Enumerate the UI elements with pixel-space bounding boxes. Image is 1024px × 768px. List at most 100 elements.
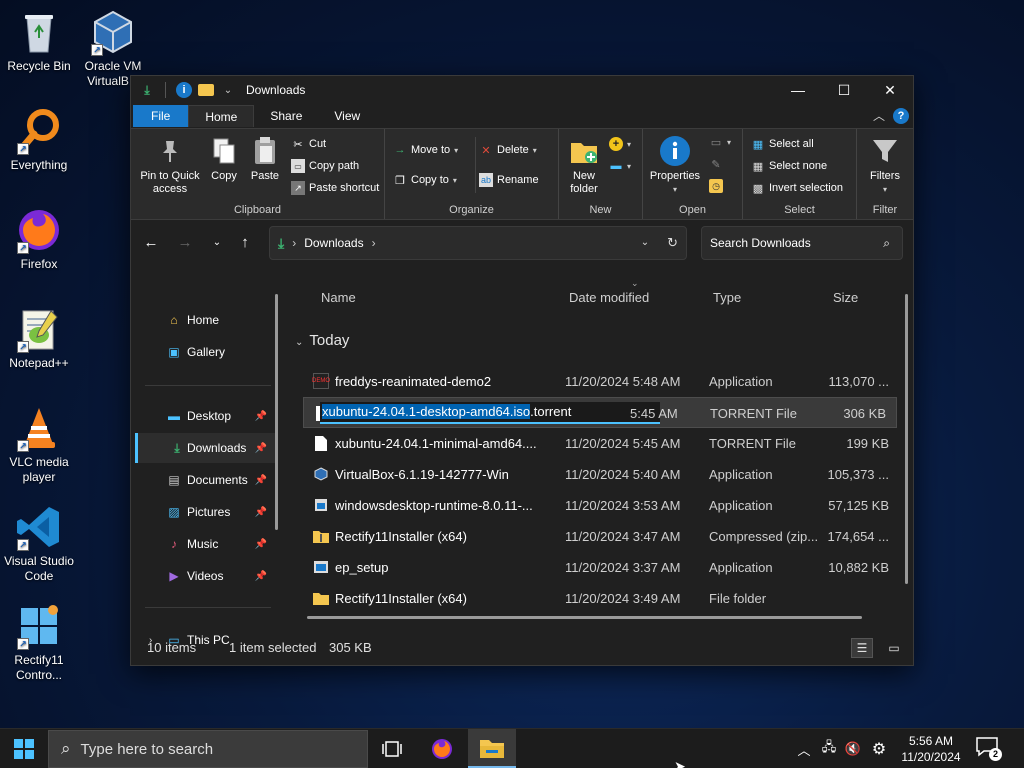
delete-button[interactable]: ✕ Delete ▾ [479, 143, 536, 157]
network-icon[interactable]: 🖧 [818, 729, 840, 768]
details-view-button[interactable]: ☰ [851, 638, 873, 658]
sidebar-item-documents[interactable]: ▤ Documents 📌 [135, 465, 275, 495]
desktop-icon-rectify11[interactable]: ↗ Rectify11 Contro... [0, 602, 78, 683]
breadcrumb-downloads[interactable]: Downloads [304, 236, 363, 250]
select-group: ▦ Select all ▦ Select none ▩ Invert selecti… [743, 129, 857, 219]
file-list-vertical-scrollbar[interactable] [905, 294, 908, 584]
table-row[interactable]: windowsdesktop-runtime-8.0.11-... 11/20/… [299, 490, 899, 521]
copy-path-button[interactable]: ▭ Copy path [291, 159, 359, 173]
history-button[interactable]: ◷ [709, 179, 723, 193]
move-to-button[interactable]: → Move to ▾ [393, 143, 459, 157]
invert-selection-button[interactable]: ▩ Invert selection [751, 181, 843, 195]
sidebar-item-downloads[interactable]: ⤓ Downloads 📌 [135, 433, 275, 463]
sidebar-item-videos[interactable]: ▶ Videos 📌 [135, 561, 275, 591]
select-none-icon: ▦ [752, 160, 764, 173]
taskbar-search-box[interactable]: ⌕ Type here to search [48, 730, 368, 768]
clock-date: 11/20/2024 [901, 750, 961, 764]
column-header-type[interactable]: Type [713, 290, 741, 305]
nav-pane-scrollbar[interactable] [275, 294, 278, 530]
address-history-dropdown[interactable]: ⌄ [641, 235, 649, 251]
desktop-icon-notepadpp[interactable]: ↗ Notepad++ [0, 305, 78, 371]
recycle-bin-icon [15, 8, 63, 56]
task-view-button[interactable] [368, 729, 416, 768]
table-row[interactable]: ep_setup 11/20/2024 3:37 AM Application … [299, 552, 899, 583]
help-icon[interactable]: ? [893, 107, 909, 124]
column-header-size[interactable]: Size [833, 290, 858, 305]
table-row[interactable]: Rectify11Installer (x64) 11/20/2024 3:49… [299, 583, 899, 614]
column-header-name[interactable]: Name [321, 290, 356, 305]
desktop-icon-label: Rectify11 Contro... [14, 653, 64, 682]
forward-button[interactable]: → [175, 233, 195, 253]
new-item-button[interactable]: + ▾ [609, 137, 631, 151]
open-group: Properties ▾ ▭ ▾ ✎ ◷ Open [643, 129, 743, 219]
filters-button[interactable]: Filters ▾ [861, 135, 909, 196]
large-icons-view-button[interactable]: ▭ [883, 638, 905, 658]
home-icon: ⌂ [170, 313, 178, 327]
select-none-button[interactable]: ▦ Select none [751, 159, 827, 173]
table-row[interactable]: xubuntu-24.04.1-minimal-amd64.... 11/20/… [299, 428, 899, 459]
breadcrumb-chevron[interactable]: › [372, 236, 376, 250]
sidebar-item-gallery[interactable]: ▣ Gallery [135, 337, 275, 367]
rename-selection: xubuntu-24.04.1-desktop-amd64.iso [322, 404, 531, 419]
edit-button[interactable]: ✎ [709, 157, 723, 171]
select-all-icon: ▦ [752, 138, 764, 151]
open-button[interactable]: ▭ ▾ [709, 135, 731, 149]
sidebar-item-music[interactable]: ♪ Music 📌 [135, 529, 275, 559]
desktop-icon-vlc[interactable]: ↗ VLC media player [0, 404, 78, 485]
copy-to-button[interactable]: ❐ Copy to ▾ [393, 173, 457, 187]
maximize-button[interactable]: ☐ [821, 76, 867, 104]
rename-input[interactable]: xubuntu-24.04.1-desktop-amd64.iso.torren… [320, 402, 660, 424]
refresh-icon[interactable]: ↻ [667, 235, 678, 251]
sidebar-item-pictures[interactable]: ▨ Pictures 📌 [135, 497, 275, 527]
table-row[interactable]: VirtualBox-6.1.19-142777-Win 11/20/2024 … [299, 459, 899, 490]
copy-button[interactable]: Copy [205, 135, 243, 183]
tab-view[interactable]: View [318, 105, 376, 127]
search-box[interactable]: Search Downloads ⌕ [701, 226, 903, 260]
tab-share[interactable]: Share [254, 105, 318, 127]
desktop-icon-recycle-bin[interactable]: Recycle Bin [0, 8, 78, 74]
paste-button[interactable]: Paste [245, 135, 285, 183]
properties-qat-button[interactable]: i [176, 82, 192, 98]
taskbar-clock[interactable]: 5:56 AM 11/20/2024 [896, 733, 966, 765]
pin-to-quick-access-button[interactable]: Pin to Quick access [135, 135, 205, 196]
sidebar-item-desktop[interactable]: ▬ Desktop 📌 [135, 401, 275, 431]
cut-button[interactable]: ✂ Cut [291, 137, 326, 151]
properties-button[interactable]: Properties ▾ [645, 135, 705, 196]
file-list-horizontal-scrollbar[interactable] [307, 616, 862, 619]
volume-muted-icon[interactable]: 🔇 [842, 729, 864, 768]
rename-button[interactable]: ab Rename [479, 173, 539, 187]
minimize-button[interactable]: — [775, 76, 821, 104]
recent-locations-button[interactable]: ⌄ [207, 233, 227, 253]
taskbar-firefox-button[interactable] [418, 729, 466, 768]
dropdown-caret-icon: ▾ [454, 145, 459, 155]
desktop-icon-firefox[interactable]: ↗ Firefox [0, 206, 78, 272]
sidebar-item-home[interactable]: ⌂ Home [135, 305, 275, 335]
table-row[interactable]: Rectify11Installer (x64) 11/20/2024 3:47… [299, 521, 899, 552]
paste-shortcut-button[interactable]: ↗ Paste shortcut [291, 181, 379, 195]
close-button[interactable]: ✕ [867, 76, 913, 104]
column-header-date-modified[interactable]: Date modified [569, 290, 649, 305]
new-folder-button[interactable]: New folder [561, 135, 607, 196]
qat-customize-button[interactable]: ⌄ [220, 82, 236, 98]
up-button[interactable]: ↑ [235, 233, 255, 253]
group-header-today[interactable]: ⌄ Today [295, 332, 349, 349]
notification-center-button[interactable]: 2 [976, 737, 1002, 761]
taskbar-file-explorer-button[interactable] [468, 729, 516, 768]
tab-home[interactable]: Home [188, 105, 255, 127]
desktop-icon-vscode[interactable]: ↗ Visual Studio Code [0, 503, 78, 584]
settings-gear-icon[interactable]: ⚙ [868, 729, 890, 768]
select-all-button[interactable]: ▦ Select all [751, 137, 814, 151]
table-row[interactable]: DEMO freddys-reanimated-demo2 11/20/2024… [299, 366, 899, 397]
pin-icon: 📌 [254, 474, 267, 486]
tab-file[interactable]: File [133, 105, 189, 127]
table-row-selected[interactable]: xubuntu-24.04.1-desktop-amd64.iso.torren… [303, 397, 897, 428]
easy-access-button[interactable]: ▬ ▾ [609, 159, 632, 173]
collapse-ribbon-button[interactable]: ︿ [873, 107, 885, 124]
new-folder-qat-button[interactable] [198, 82, 214, 98]
desktop-icon-everything[interactable]: ↗ Everything [0, 107, 78, 173]
address-bar[interactable]: ⤓ › Downloads › ⌄ ↻ [269, 226, 687, 260]
start-button[interactable] [0, 729, 48, 768]
address-row: ← → ⌄ ↑ ⤓ › Downloads › ⌄ ↻ Search Downl… [131, 220, 913, 266]
back-button[interactable]: ← [141, 233, 161, 253]
show-hidden-icons-button[interactable]: ︿ [794, 729, 814, 768]
